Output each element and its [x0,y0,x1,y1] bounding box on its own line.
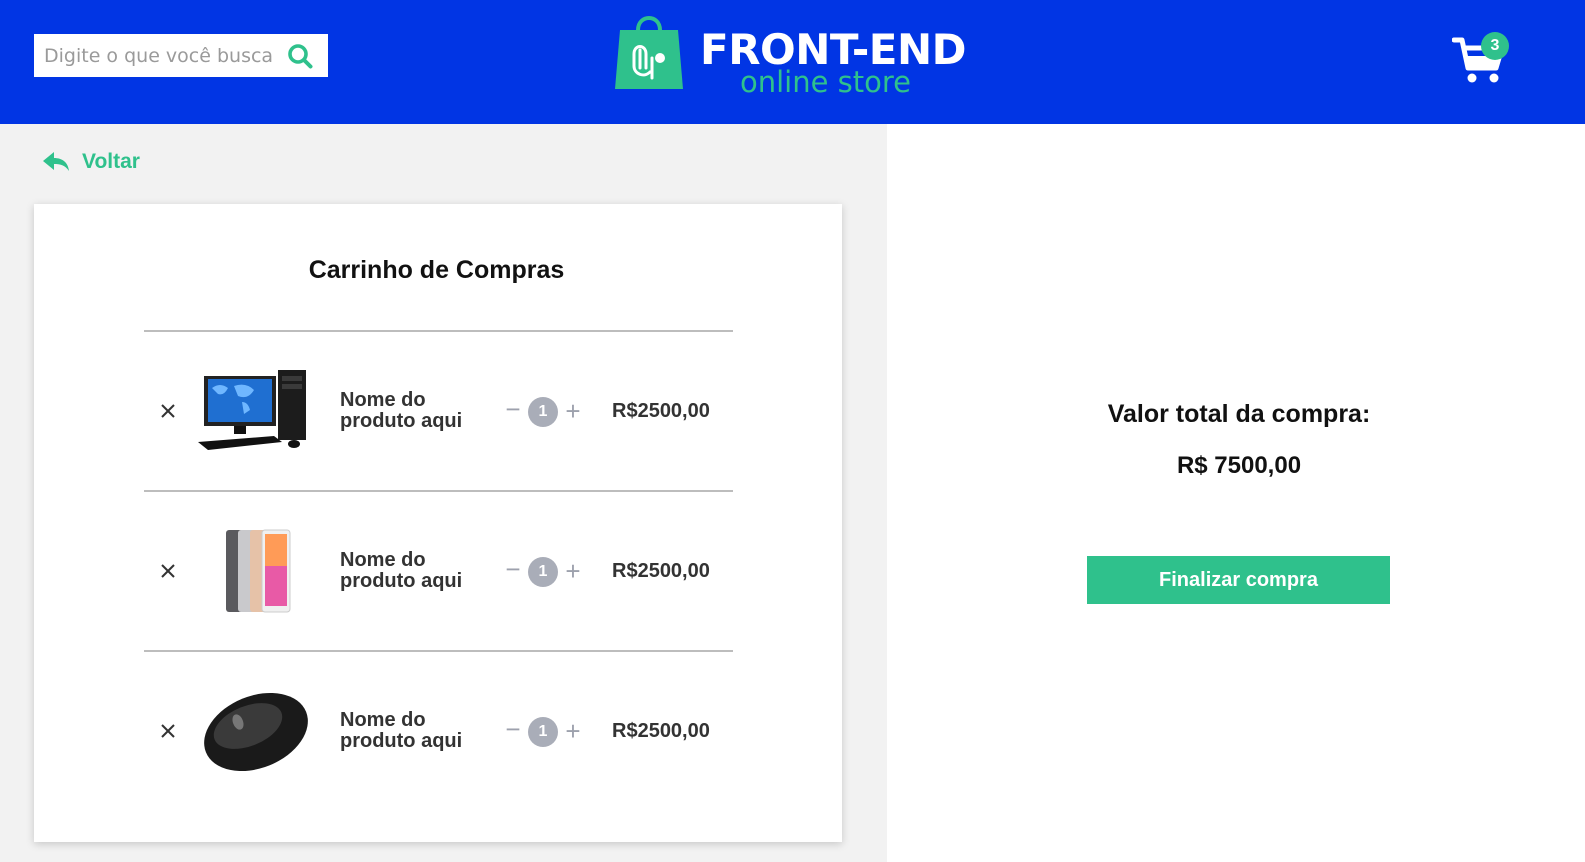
product-name: Nome do produto aqui [340,709,463,752]
product-name: Nome do produto aqui [340,389,463,432]
product-name: Nome do produto aqui [340,549,463,592]
cart-item: Nome do produto aqui − 1 + R$2500,00 [144,330,733,490]
remove-item-icon[interactable] [158,561,178,581]
product-price: R$2500,00 [612,720,710,742]
cart-count-badge: 3 [1481,32,1509,60]
increase-quantity-button[interactable]: + [562,558,584,584]
cart-title: Carrinho de Compras [308,256,565,284]
cart-panel: Voltar Carrinho de Compras Nome do produ… [0,124,887,862]
remove-item-icon[interactable] [158,721,178,741]
search-icon[interactable] [282,38,318,74]
cart-button[interactable]: 3 [1452,32,1512,86]
quantity-badge: 1 [528,397,558,427]
decrease-quantity-button[interactable]: − [502,556,524,582]
shopping-bag-logo-icon [615,16,683,89]
increase-quantity-button[interactable]: + [562,718,584,744]
search-bar [34,34,328,77]
product-image-desktop-computer [198,370,306,450]
total-value: R$ 7500,00 [1176,452,1302,479]
search-input[interactable] [34,35,282,76]
total-label: Valor total da compra: [1107,400,1371,428]
increase-quantity-button[interactable]: + [562,398,584,424]
logo-subtitle: online store [740,65,912,99]
quantity-badge: 1 [528,717,558,747]
back-link[interactable]: Voltar [42,150,140,174]
shopping-cart-card: Carrinho de Compras Nome do produto aqui… [34,204,842,842]
remove-item-icon[interactable] [158,401,178,421]
product-image-tablets [226,529,291,613]
checkout-button[interactable]: Finalizar compra [1087,556,1390,604]
cart-item: Nome do produto aqui − 1 + R$2500,00 [144,490,733,650]
product-price: R$2500,00 [612,400,710,422]
reply-arrow-icon [43,152,69,171]
product-image-computer-mouse [204,692,308,772]
decrease-quantity-button[interactable]: − [502,716,524,742]
store-logo[interactable]: FRONT-END online store [614,12,967,99]
product-price: R$2500,00 [612,560,710,582]
back-label: Voltar [82,150,140,173]
decrease-quantity-button[interactable]: − [502,396,524,422]
top-header: FRONT-END online store 3 [0,0,1585,124]
cart-item: Nome do produto aqui − 1 + R$2500,00 [144,650,733,810]
quantity-badge: 1 [528,557,558,587]
